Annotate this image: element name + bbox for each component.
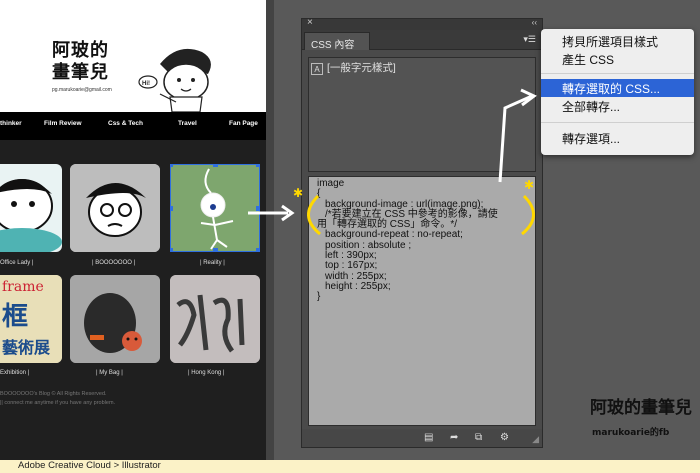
panel-menu-icon[interactable]: ▾☰ <box>523 34 536 45</box>
exhibition-frame-text: frame <box>2 279 44 295</box>
selection-handle[interactable] <box>256 248 259 251</box>
selection-handle[interactable] <box>256 206 259 211</box>
mascot-illustration: Hi! <box>138 48 211 112</box>
blog-email: pg.marukoarie@gmail.com <box>52 87 112 93</box>
blog-nav: thinker Film Review Css & Tech Travel Fa… <box>0 112 266 140</box>
blog-title: 阿玻的畫筆兒 <box>52 40 109 83</box>
thumb-office-lady[interactable] <box>0 164 62 252</box>
css-code-view[interactable]: image { background-image : url(image.png… <box>308 176 536 426</box>
thumb-my-bag-art <box>70 275 160 363</box>
collapse-icon[interactable]: ‹‹ <box>532 18 537 27</box>
thumb-hong-kong[interactable] <box>170 275 260 363</box>
thumb-label-exhibition: Exhibition | <box>0 370 30 376</box>
selection-handle[interactable] <box>213 165 218 167</box>
panel-flyout-menu: 拷貝所選項目樣式 產生 CSS 轉存選取的 CSS... 全部轉存... 轉存選… <box>541 29 694 155</box>
nav-item-css-tech[interactable]: Css & Tech <box>108 120 143 127</box>
style-list: A [一般字元樣式] <box>308 57 536 172</box>
character-style-icon: A <box>311 63 323 75</box>
mascot-speech: Hi! <box>142 81 150 87</box>
thumb-label-my-bag: | My Bag | <box>96 370 123 376</box>
export-options-icon[interactable]: ⚙ <box>500 432 509 443</box>
thumb-office-lady-art <box>0 179 62 252</box>
thumb-label-office-lady: Office Lady | <box>0 260 34 266</box>
style-list-item[interactable]: A [一般字元樣式] <box>311 60 396 75</box>
thumb-exhibition-art: frame 框 藝術展 <box>0 275 62 363</box>
thumb-reality-art <box>200 168 234 250</box>
panel-tab-bar: CSS 內容 ▾☰ <box>302 30 542 51</box>
nav-item-film-review[interactable]: Film Review <box>44 120 82 127</box>
thumb-label-reality: | Reality | <box>200 260 225 266</box>
selection-handle[interactable] <box>213 248 218 251</box>
close-icon[interactable]: × <box>307 17 313 28</box>
status-breadcrumb: Adobe Creative Cloud > Illustrator <box>18 460 161 471</box>
nav-item-fan-page[interactable]: Fan Page <box>229 120 258 127</box>
code-line: height : 255px; <box>325 280 391 292</box>
menu-item-export-all[interactable]: 全部轉存... <box>541 97 694 115</box>
blog-header: 阿玻的畫筆兒 pg.marukoarie@gmail.com Hi! <box>0 0 266 112</box>
menu-item-export-selected-css[interactable]: 轉存選取的 CSS... <box>541 79 694 97</box>
status-bar: Adobe Creative Cloud > Illustrator <box>0 460 700 473</box>
page-icon[interactable]: ▤ <box>424 432 433 443</box>
footer-contact: || connect me anytime if you have any pr… <box>0 400 116 406</box>
thumb-exhibition[interactable]: frame 框 藝術展 <box>0 275 62 363</box>
css-properties-panel: × ‹‹ CSS 內容 ▾☰ A [一般字元樣式] image { backgro… <box>301 17 543 448</box>
style-list-item-label: [一般字元樣式] <box>327 62 396 74</box>
export-arrow-icon[interactable]: ➦ <box>450 432 458 443</box>
thumb-label-hong-kong: | Hong Kong | <box>188 370 225 376</box>
panel-title-bar[interactable]: × ‹‹ <box>302 17 542 30</box>
copy-style-icon[interactable]: ⧉ <box>475 432 482 443</box>
selection-handle[interactable] <box>171 206 173 211</box>
annotation-arrowhead <box>281 204 295 222</box>
menu-separator <box>541 73 694 74</box>
pasteboard-divider <box>266 0 274 460</box>
selection-handle[interactable] <box>171 165 173 167</box>
thumb-my-bag[interactable] <box>70 275 160 363</box>
watermark-subtitle: marukoarie的fb <box>592 426 670 438</box>
menu-item-generate-css[interactable]: 產生 CSS <box>541 50 694 68</box>
resize-grip-icon[interactable]: ◢ <box>532 434 539 445</box>
blog-footer: BOOOOOOO's Blog © All Rights Reserved. |… <box>0 390 115 408</box>
thumb-booooooo[interactable] <box>70 164 160 252</box>
exhibition-big-text: 框 <box>2 302 28 332</box>
thumb-booooooo-art <box>70 164 160 252</box>
watermark-title: 阿玻的畫筆兒 <box>590 397 692 418</box>
footer-copyright: BOOOOOOO's Blog © All Rights Reserved. <box>0 391 107 397</box>
menu-item-export-options[interactable]: 轉存選項... <box>541 129 694 147</box>
menu-separator <box>541 122 694 123</box>
selection-handle[interactable] <box>171 248 173 251</box>
artboard-canvas[interactable]: 阿玻的畫筆兒 pg.marukoarie@gmail.com Hi! think… <box>0 0 266 460</box>
thumb-reality-selected[interactable] <box>170 164 260 252</box>
thumb-label-booooooo: | BOOOOOOO | <box>92 260 136 266</box>
nav-item-travel[interactable]: Travel <box>178 120 197 127</box>
panel-bottom-toolbar: ▤ ➦ ⧉ ⚙ ◢ <box>302 429 542 447</box>
menu-item-copy-style[interactable]: 拷貝所選項目樣式 <box>541 32 694 50</box>
code-line: } <box>317 291 321 303</box>
exhibition-sub-text: 藝術展 <box>2 338 51 357</box>
thumb-hong-kong-art <box>170 275 260 363</box>
tab-css-properties[interactable]: CSS 內容 <box>304 32 370 51</box>
selection-handle[interactable] <box>256 165 259 167</box>
nav-item-thinker[interactable]: thinker <box>0 120 22 127</box>
watermark-logo: 阿玻的畫筆兒 marukoarie的fb <box>590 397 692 438</box>
code-line: image <box>317 178 345 189</box>
